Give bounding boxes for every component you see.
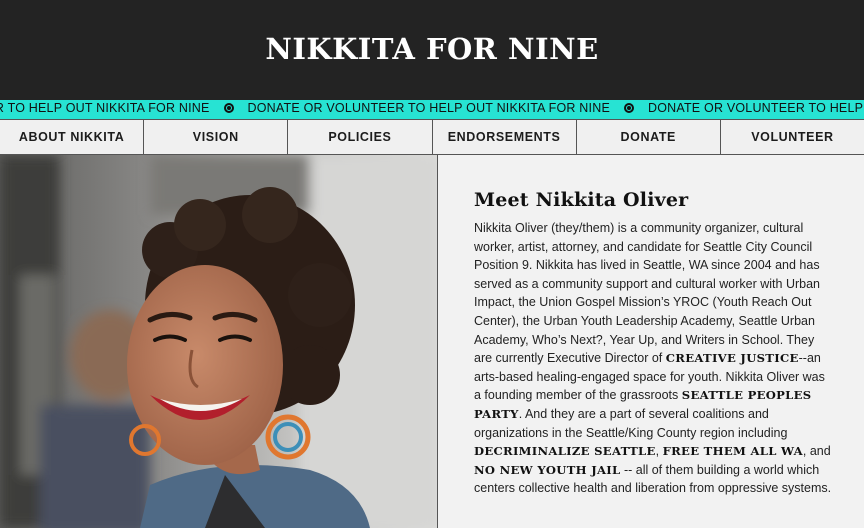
free-them-all-wa-link[interactable]: FREE THEM ALL WA <box>663 444 803 458</box>
bio-text-1: Nikkita Oliver (they/them) is a communit… <box>474 221 820 366</box>
nav-item-donate[interactable]: DONATE <box>577 120 721 154</box>
no-new-youth-jail-link[interactable]: NO NEW YOUTH JAIL <box>474 463 620 477</box>
bio-separator-2: , and <box>802 444 831 459</box>
donate-ticker[interactable]: TEER TO HELP OUT NIKKITA FOR NINE DONATE… <box>0 100 864 119</box>
bio-text-3: . And they are a part of several coaliti… <box>474 406 788 440</box>
nav-item-policies[interactable]: POLICIES <box>288 120 433 154</box>
bio-heading: Meet Nikkita Oliver <box>474 189 689 211</box>
about-section: Meet Nikkita Oliver Nikkita Oliver (they… <box>0 155 864 528</box>
nav-item-vision[interactable]: VISION <box>144 120 289 154</box>
ticker-item[interactable]: DONATE OR VOLUNTEER TO HELP OUT NIKKITA … <box>248 101 610 115</box>
bio-paragraph: Nikkita Oliver (they/them) is a communit… <box>474 219 834 498</box>
site-header: NIKKITA FOR NINE <box>0 0 864 100</box>
nav-item-about[interactable]: ABOUT NIKKITA <box>0 120 145 154</box>
ticker-item[interactable]: TEER TO HELP OUT NIKKITA FOR NINE <box>0 101 210 115</box>
creative-justice-link[interactable]: CREATIVE JUSTICE <box>666 351 799 365</box>
peace-icon <box>623 103 634 113</box>
main-nav: ABOUT NIKKITA VISION POLICIES ENDORSEMEN… <box>0 119 864 155</box>
nav-item-endorsements[interactable]: ENDORSEMENTS <box>433 120 577 154</box>
decriminalize-seattle-link[interactable]: DECRIMINALIZE SEATTLE <box>474 444 656 458</box>
ticker-track: TEER TO HELP OUT NIKKITA FOR NINE DONATE… <box>0 101 864 115</box>
peace-icon <box>223 103 234 113</box>
bio-panel: Meet Nikkita Oliver Nikkita Oliver (they… <box>438 155 864 528</box>
portrait-illustration <box>0 155 437 528</box>
bio-separator-1: , <box>655 444 663 459</box>
nav-item-volunteer[interactable]: VOLUNTEER <box>721 120 864 154</box>
candidate-photo <box>0 155 438 528</box>
site-title[interactable]: NIKKITA FOR NINE <box>265 32 598 66</box>
ticker-item[interactable]: DONATE OR VOLUNTEER TO HELP OUT NIKKITA … <box>648 101 864 115</box>
